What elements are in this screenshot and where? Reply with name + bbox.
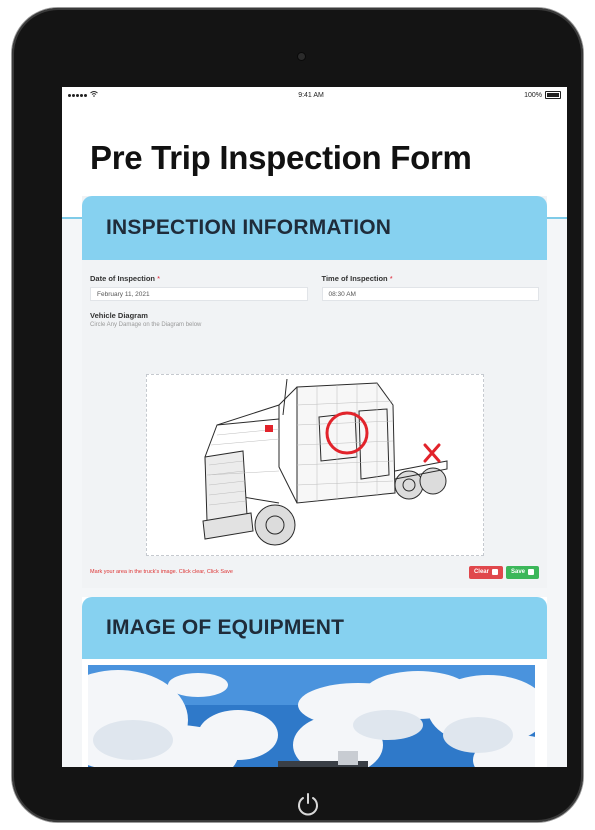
diagram-hint: Circle Any Damage on the Diagram below: [90, 322, 202, 328]
signal-dots-icon: [68, 92, 88, 99]
page-title: Pre Trip Inspection Form: [90, 139, 472, 176]
date-time-row: Date of Inspection * February 11, 2021 T…: [82, 260, 547, 301]
clear-button[interactable]: Clear: [468, 565, 503, 579]
damage-mark: [265, 425, 273, 432]
save-button-label: Save: [510, 569, 525, 575]
status-bar: 9:41 AM 100%: [62, 87, 567, 103]
power-icon: [298, 793, 318, 816]
equipment-card: IMAGE OF EQUIPMENT: [82, 597, 547, 767]
diagram-footer: Mark your area in the truck's image. Cli…: [90, 564, 539, 580]
time-field-group: Time of Inspection * 08:30 AM: [321, 274, 540, 301]
save-button[interactable]: Save: [505, 565, 539, 579]
vehicle-diagram-canvas[interactable]: [146, 374, 484, 556]
clear-button-label: Clear: [473, 569, 489, 575]
sky-photo: [88, 665, 535, 767]
time-input[interactable]: 08:30 AM: [321, 287, 539, 301]
inspection-card: INSPECTION INFORMATION Date of Inspectio…: [82, 196, 547, 588]
tablet-frame: 9:41 AM 100% Pre Trip Inspection Form IN…: [12, 8, 583, 822]
equipment-heading: IMAGE OF EQUIPMENT: [106, 616, 345, 639]
time-label: Time of Inspection *: [322, 274, 540, 283]
diagram-label: Vehicle Diagram: [90, 311, 148, 320]
date-label: Date of Inspection *: [90, 274, 308, 283]
date-field-group: Date of Inspection * February 11, 2021: [90, 274, 308, 301]
equipment-card-header: IMAGE OF EQUIPMENT: [82, 597, 547, 659]
date-label-text: Date of Inspection: [90, 274, 156, 283]
front-camera: [298, 53, 305, 60]
required-mark: *: [157, 274, 161, 283]
required-mark: *: [389, 274, 393, 283]
inspection-card-header: INSPECTION INFORMATION: [82, 196, 547, 260]
save-icon: [528, 569, 534, 575]
time-label-text: Time of Inspection: [321, 274, 388, 283]
clear-icon: [491, 569, 498, 575]
home-button[interactable]: [282, 778, 334, 830]
battery-indicator: 100%: [524, 91, 561, 99]
inspection-heading: INSPECTION INFORMATION: [106, 216, 392, 239]
battery-icon: [545, 91, 561, 99]
instruction-note: Mark your area in the truck's image. Cli…: [90, 569, 233, 575]
damage-x-mark: [423, 443, 441, 463]
wifi-icon: [90, 91, 98, 99]
date-input[interactable]: February 11, 2021: [90, 287, 308, 301]
battery-percent: 100%: [524, 91, 542, 99]
status-time: 9:41 AM: [298, 91, 324, 99]
signal-indicator: [68, 91, 98, 99]
tablet-screen: 9:41 AM 100% Pre Trip Inspection Form IN…: [62, 87, 567, 767]
equipment-photo: [88, 665, 535, 767]
diagram-actions: Clear Save: [468, 565, 539, 579]
form-page: Pre Trip Inspection Form INSPECTION INFO…: [62, 103, 567, 767]
truck-diagram: [202, 378, 448, 546]
